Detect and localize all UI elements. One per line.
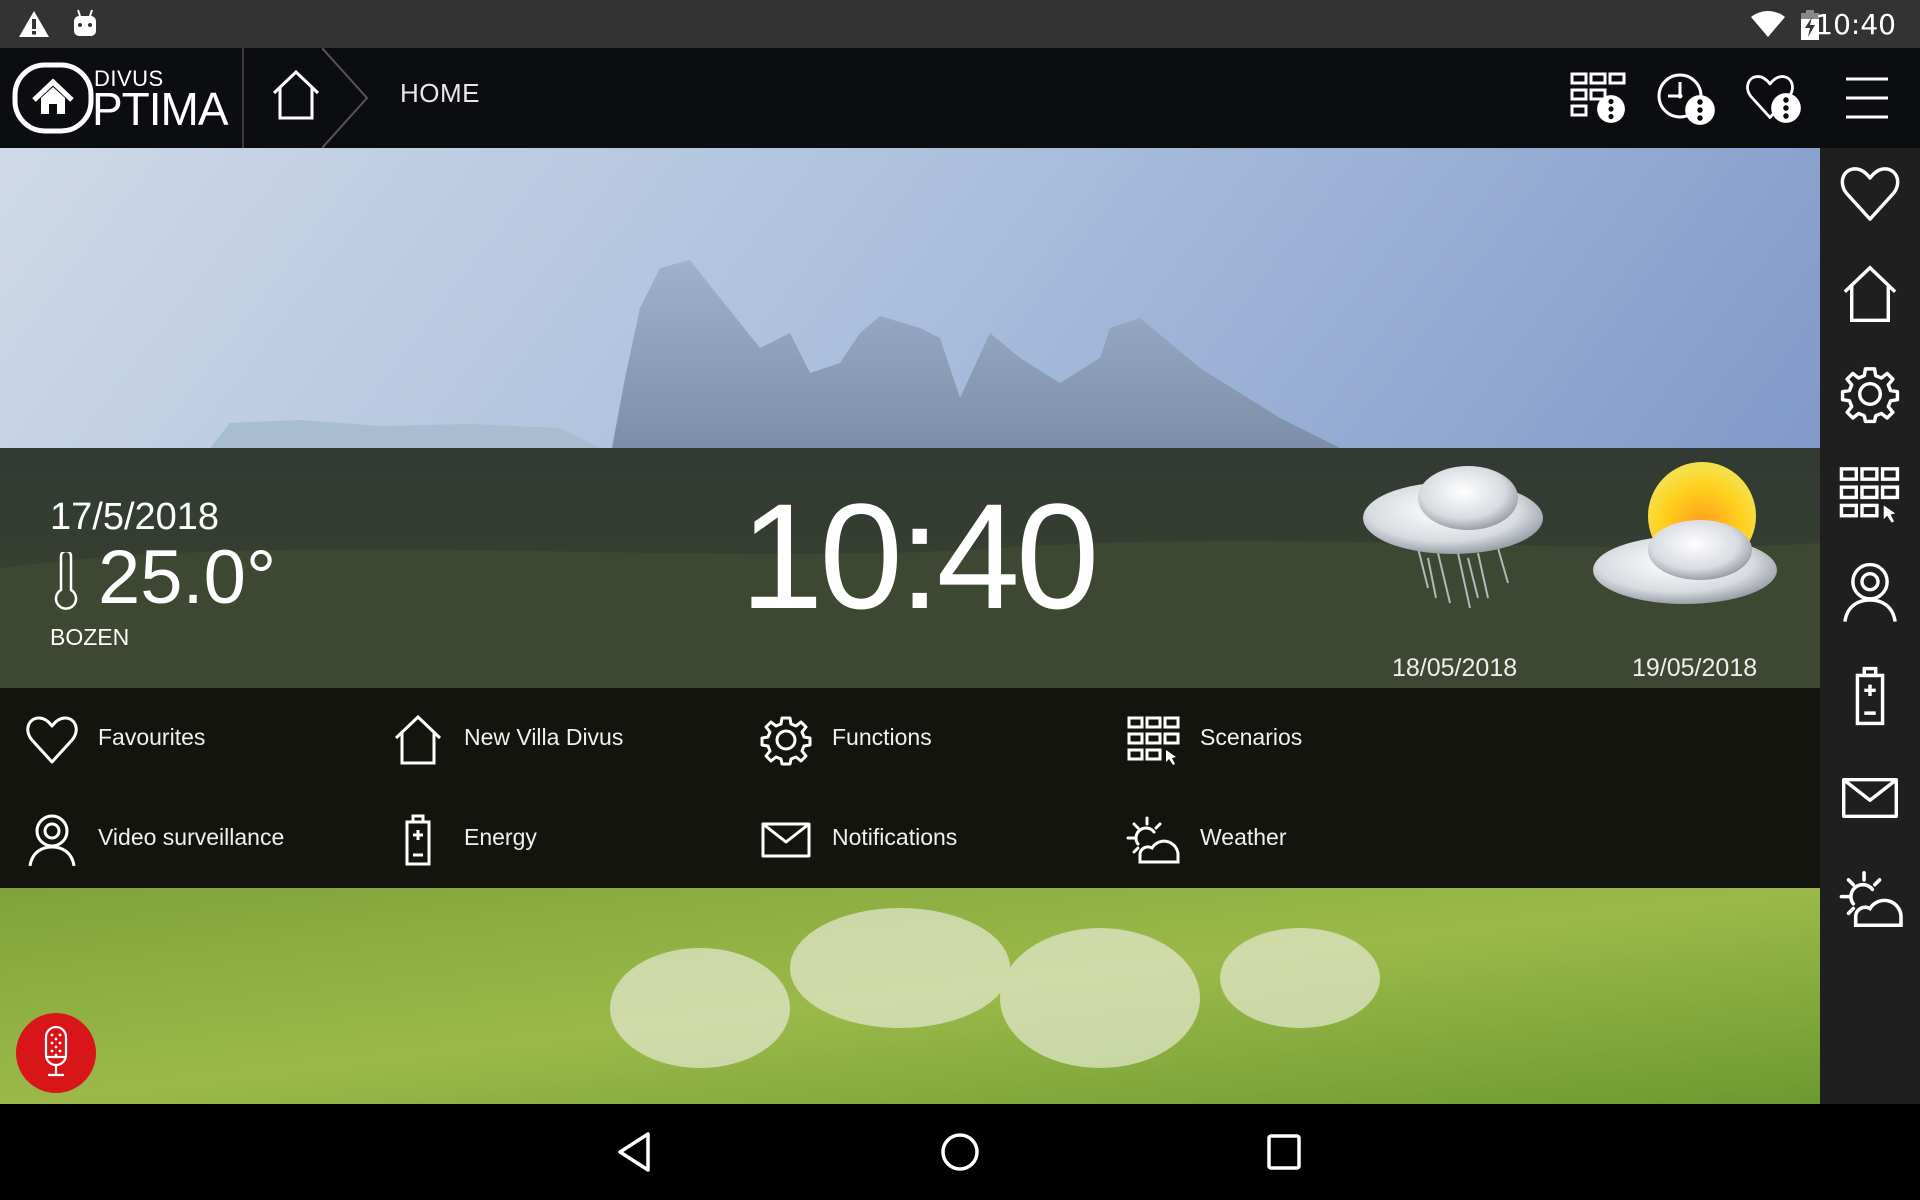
hamburger-menu-button[interactable]	[1838, 66, 1902, 130]
sidebar-item-notifications[interactable]	[1838, 768, 1902, 832]
menu-item-favourites[interactable]: Favourites	[24, 698, 364, 778]
sun-cloud-weather-icon	[1593, 462, 1777, 604]
battery-icon	[1838, 666, 1902, 726]
sun-cloud-icon	[1120, 814, 1184, 866]
status-bar: 10:40	[0, 0, 1920, 48]
breadcrumb-home-button[interactable]	[244, 48, 374, 148]
status-time: 10:40	[1815, 8, 1896, 41]
breadcrumb-chevron	[322, 48, 369, 148]
battery-icon	[390, 814, 446, 866]
more-dots-icon	[1596, 94, 1626, 124]
webcam-icon	[24, 814, 80, 866]
nav-back-button[interactable]	[608, 1124, 664, 1180]
sidebar-item-energy[interactable]	[1838, 666, 1902, 730]
wifi-icon	[1751, 11, 1785, 37]
menu-item-functions[interactable]: Functions	[758, 698, 1098, 778]
house-icon	[1838, 264, 1902, 324]
right-sidebar	[1820, 148, 1920, 1104]
menu-item-label: Functions	[832, 724, 932, 750]
back-triangle-icon	[618, 1132, 650, 1172]
sidebar-item-weather[interactable]	[1832, 868, 1908, 932]
menu-item-label: Energy	[464, 824, 537, 850]
webcam-icon	[1838, 562, 1902, 622]
heart-icon	[24, 714, 80, 766]
heart-icon	[1838, 164, 1902, 224]
sidebar-item-scenarios[interactable]	[1838, 464, 1902, 528]
logo-ptima-text: PTIMA	[92, 83, 229, 135]
nav-recents-button[interactable]	[1256, 1124, 1312, 1180]
main-menu-grid: Favourites New Villa Divus Functions Sce…	[0, 688, 1820, 888]
timers-options-button[interactable]	[1656, 66, 1720, 130]
menu-item-label: Video surveillance	[98, 824, 285, 850]
menu-item-label: Scenarios	[1200, 724, 1303, 750]
favourites-options-button[interactable]	[1744, 66, 1808, 130]
scenarios-grid-icon	[1838, 464, 1902, 524]
weather-panel[interactable]: 17/5/2018 25.0° BOZEN 10:40 18/05/2018 1…	[0, 448, 1820, 688]
sidebar-item-home[interactable]	[1838, 264, 1902, 328]
house-icon	[390, 714, 446, 766]
sun-cloud-icon	[1832, 868, 1908, 930]
forecast-date-1: 18/05/2018	[1392, 654, 1518, 682]
microphone-icon	[44, 1025, 68, 1077]
current-temperature: 25.0°	[98, 535, 277, 620]
forecast-day-2[interactable]: 19/05/2018	[1590, 458, 1810, 688]
sidebar-item-video-surveillance[interactable]	[1838, 562, 1902, 626]
recents-square-icon	[1267, 1134, 1301, 1170]
menu-item-label: Weather	[1200, 824, 1287, 850]
voice-command-button[interactable]	[16, 1013, 96, 1093]
menu-item-scenarios[interactable]: Scenarios	[1126, 698, 1466, 778]
breadcrumb-current: HOME	[400, 78, 480, 108]
sidebar-item-functions[interactable]	[1838, 364, 1902, 428]
menu-item-label: Notifications	[832, 824, 958, 850]
envelope-icon	[1838, 768, 1902, 828]
main-clock: 10:40	[740, 472, 1099, 640]
hamburger-menu-icon	[1846, 77, 1888, 119]
menu-item-label: Favourites	[98, 724, 206, 750]
forecast-day-1[interactable]: 18/05/2018	[1350, 458, 1570, 688]
menu-item-label: New Villa Divus	[464, 724, 624, 750]
scenarios-options-button[interactable]	[1566, 66, 1630, 130]
home-circle-icon	[941, 1133, 979, 1171]
more-dots-icon	[1684, 94, 1716, 126]
nav-home-button[interactable]	[932, 1124, 988, 1180]
warning-icon	[19, 11, 49, 37]
more-dots-icon	[1770, 92, 1802, 124]
menu-item-energy[interactable]: Energy	[390, 798, 730, 878]
menu-item-notifications[interactable]: Notifications	[758, 798, 1098, 878]
scenarios-grid-icon	[1126, 714, 1182, 766]
menu-item-video-surveillance[interactable]: Video surveillance	[24, 798, 364, 878]
menu-item-weather[interactable]: Weather	[1120, 798, 1460, 878]
weather-city: BOZEN	[50, 624, 130, 650]
logo-home-icon	[12, 62, 94, 134]
envelope-icon	[758, 814, 814, 866]
menu-item-new-villa-divus[interactable]: New Villa Divus	[390, 698, 730, 778]
gear-icon	[758, 714, 814, 766]
logo[interactable]: DIVUS PTIMA	[0, 48, 242, 148]
forecast-date-2: 19/05/2018	[1632, 654, 1758, 682]
gear-icon	[1838, 364, 1902, 424]
breadcrumb-house-icon	[268, 68, 324, 122]
thermometer-icon	[54, 552, 78, 610]
app-header: DIVUS PTIMA HOME	[0, 48, 1920, 148]
android-nav-bar	[0, 1104, 1920, 1200]
android-debug-icon	[74, 9, 96, 36]
rain-cloud-icon	[1363, 466, 1543, 609]
current-date: 17/5/2018	[50, 496, 220, 538]
sidebar-item-favourites[interactable]	[1838, 164, 1902, 228]
